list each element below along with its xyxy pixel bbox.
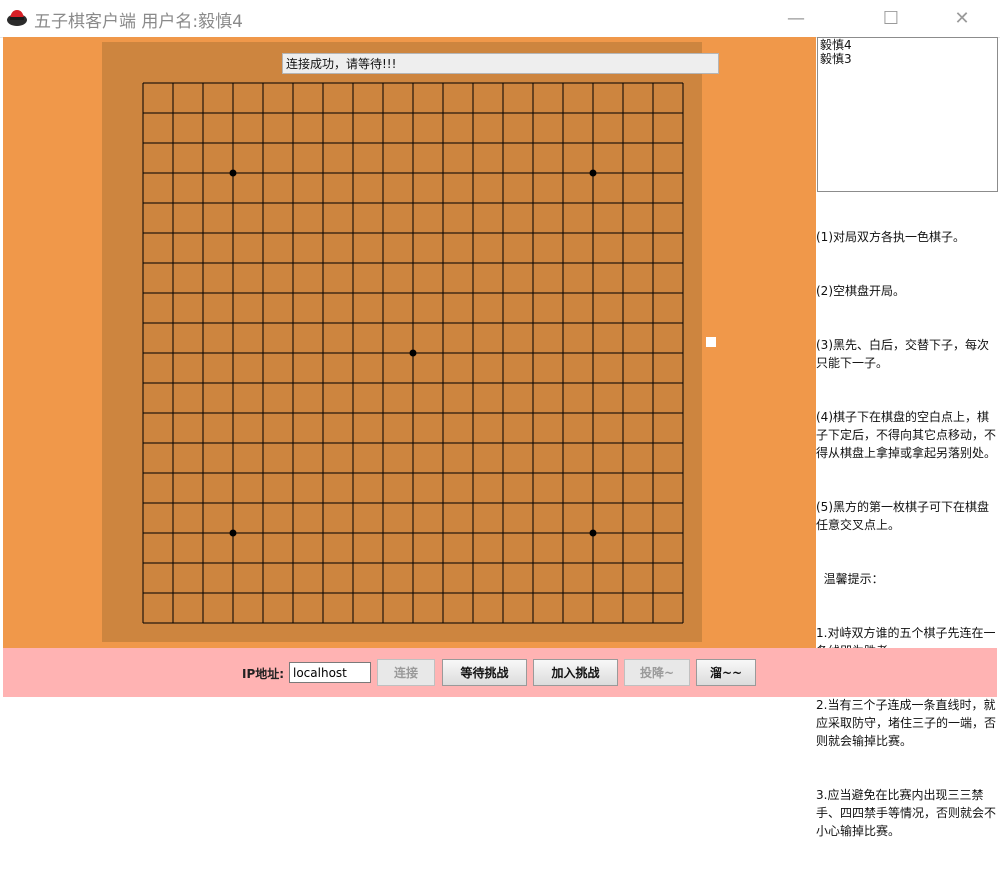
connect-button[interactable]: 连接 (377, 659, 435, 686)
redhat-logo-icon (7, 10, 27, 26)
star-point (589, 529, 597, 537)
main-content: 连接成功，请等待!!! 毅慎4 毅慎3 (1)对局双方各执一色棋子。 (2)空棋… (3, 37, 998, 838)
tip-line: 3.应当避免在比赛内出现三三禁手、四四禁手等情况，否则就会不小心输掉比赛。 (816, 788, 997, 838)
player-item[interactable]: 毅慎3 (818, 52, 997, 66)
star-point (589, 169, 597, 177)
join-challenge-button[interactable]: 加入挑战 (533, 659, 618, 686)
minimize-button[interactable]: — (773, 0, 819, 37)
rule-line: (4)棋子下在棋盘的空白点上，棋子下定后，不得向其它点移动，不得从棋盘上拿掉或拿… (816, 410, 997, 460)
star-point (229, 529, 237, 537)
game-area: 连接成功，请等待!!! (3, 37, 816, 648)
control-bar: IP地址: 连接 等待挑战 加入挑战 投降~ 溜~~ (3, 648, 997, 697)
rule-line: (3)黑先、白后，交替下子，每次只能下一子。 (816, 338, 989, 370)
rules-text: (1)对局双方各执一色棋子。 (2)空棋盘开局。 (3)黑先、白后，交替下子，每… (816, 192, 997, 838)
gomoku-board[interactable] (141, 81, 686, 626)
tips-heading: 温馨提示： (816, 572, 884, 586)
maximize-button[interactable]: ☐ (868, 0, 914, 37)
player-item[interactable]: 毅慎4 (818, 38, 997, 52)
status-message: 连接成功，请等待!!! (282, 53, 719, 74)
flee-button[interactable]: 溜~~ (696, 659, 756, 686)
close-button[interactable]: ✕ (939, 0, 985, 37)
window-title: 五子棋客户端 用户名:毅慎4 (34, 12, 243, 32)
wait-challenge-button[interactable]: 等待挑战 (442, 659, 527, 686)
app-window: 五子棋客户端 用户名:毅慎4 — ☐ ✕ 连接成功，请等待!!! 毅慎4 毅慎3… (0, 0, 1000, 838)
rule-line: (5)黑方的第一枚棋子可下在棋盘任意交叉点上。 (816, 500, 989, 532)
player-list[interactable]: 毅慎4 毅慎3 (817, 37, 998, 192)
surrender-button[interactable]: 投降~ (624, 659, 690, 686)
split-handle[interactable] (706, 337, 716, 347)
star-point (409, 349, 417, 357)
ip-label: IP地址: (242, 667, 285, 681)
rule-line: (1)对局双方各执一色棋子。 (816, 230, 965, 244)
ip-address-input[interactable] (289, 662, 371, 683)
tip-line: 2.当有三个子连成一条直线时，就应采取防守，堵住三子的一端，否则就会输掉比赛。 (816, 698, 997, 748)
rule-line: (2)空棋盘开局。 (816, 284, 905, 298)
title-bar: 五子棋客户端 用户名:毅慎4 — ☐ ✕ (0, 0, 1000, 38)
star-point (229, 169, 237, 177)
